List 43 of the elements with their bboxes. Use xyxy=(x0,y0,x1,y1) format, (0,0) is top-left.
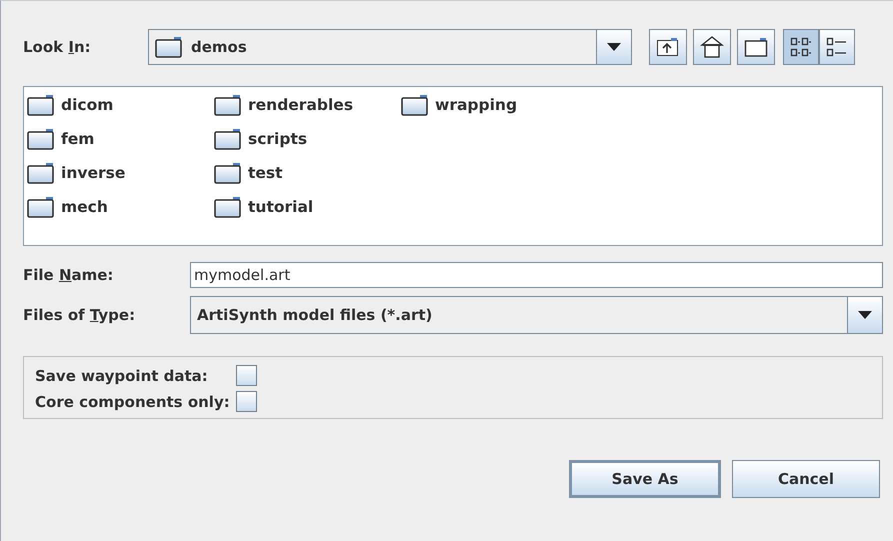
details-view-button[interactable] xyxy=(819,29,855,65)
folder-item[interactable]: renderables xyxy=(248,96,354,114)
up-folder-button[interactable] xyxy=(649,29,687,65)
folder-icon xyxy=(27,94,55,116)
option-label: Save waypoint data: xyxy=(35,366,209,384)
folder-item[interactable]: dicom xyxy=(61,96,114,114)
new-folder-button[interactable] xyxy=(737,29,775,65)
look-in-label: Look In: xyxy=(23,38,92,56)
folder-item[interactable]: scripts xyxy=(248,130,308,148)
folder-icon xyxy=(214,162,242,184)
save-as-button[interactable]: Save As xyxy=(569,460,721,498)
folder-icon xyxy=(401,94,429,116)
folder-icon xyxy=(27,162,55,184)
home-icon xyxy=(700,35,724,59)
cancel-button[interactable]: Cancel xyxy=(732,460,880,498)
list-view-button[interactable] xyxy=(783,29,819,65)
checkbox[interactable] xyxy=(236,365,257,386)
folder-icon xyxy=(214,128,242,150)
folder-item[interactable]: tutorial xyxy=(248,198,314,216)
file-name-field[interactable]: mymodel.art xyxy=(190,262,883,288)
folder-item[interactable]: inverse xyxy=(61,164,126,182)
caret-icon xyxy=(858,311,872,319)
option-label: Core components only: xyxy=(35,392,230,410)
folder-item[interactable]: wrapping xyxy=(435,96,518,114)
file-type-label: Files of Type: xyxy=(23,306,136,324)
caret-icon xyxy=(607,43,621,51)
folder-icon xyxy=(155,36,183,58)
folder-icon xyxy=(214,94,242,116)
look-in-dropdown[interactable]: demos xyxy=(148,29,632,65)
file-type-dropdown[interactable]: ArtiSynth model files (*.art) xyxy=(190,296,883,334)
checkbox[interactable] xyxy=(236,391,257,412)
list-view-icon xyxy=(790,36,812,58)
folder-icon xyxy=(27,196,55,218)
folder-icon xyxy=(27,128,55,150)
folder-item[interactable]: mech xyxy=(61,198,108,216)
up-folder-icon xyxy=(656,36,680,58)
details-view-icon xyxy=(826,36,848,58)
folder-icon xyxy=(214,196,242,218)
folder-icon xyxy=(744,37,768,57)
file-name-label: File Name: xyxy=(23,266,114,284)
folder-item[interactable]: test xyxy=(248,164,283,182)
home-button[interactable] xyxy=(693,29,731,65)
folder-item[interactable]: fem xyxy=(61,130,94,148)
